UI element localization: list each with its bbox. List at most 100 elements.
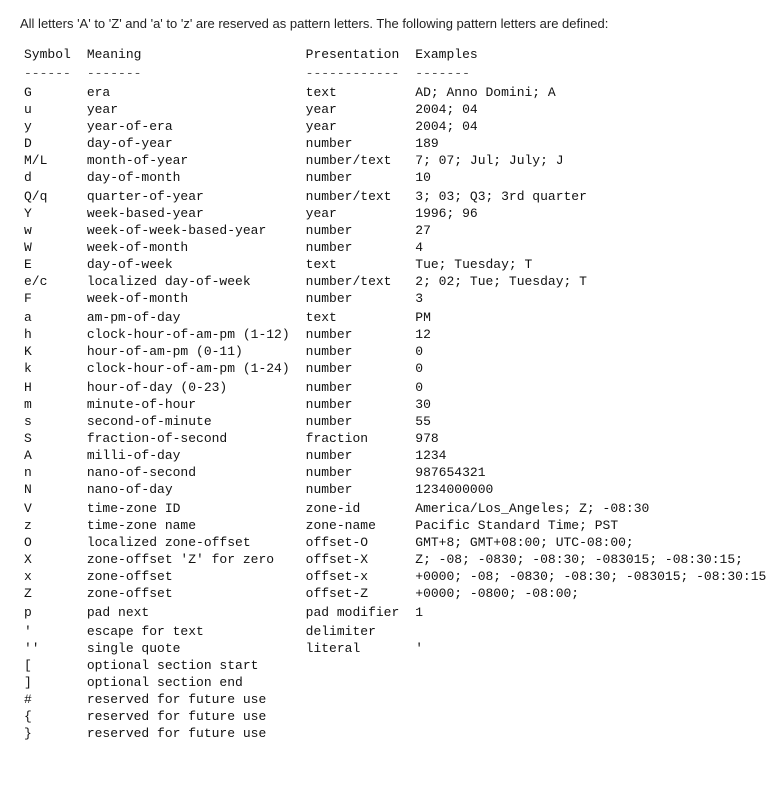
- cell-meaning: reserved for future use: [79, 691, 298, 708]
- cell-meaning: time-zone ID: [79, 500, 298, 517]
- cell-presentation: year: [298, 118, 408, 135]
- cell-symbol: n: [20, 464, 79, 481]
- cell-meaning: month-of-year: [79, 152, 298, 169]
- cell-symbol: m: [20, 396, 79, 413]
- cell-symbol: #: [20, 691, 79, 708]
- cell-symbol: F: [20, 290, 79, 307]
- cell-examples: 0: [407, 379, 768, 396]
- table-row: Sfraction-of-secondfraction978: [20, 430, 768, 447]
- table-row: Wweek-of-monthnumber4: [20, 239, 768, 256]
- pattern-table: Symbol Meaning Presentation Examples ---…: [20, 45, 768, 742]
- table-row: ssecond-of-minutenumber55: [20, 413, 768, 430]
- cell-presentation: number: [298, 464, 408, 481]
- divider-meaning: -------: [79, 66, 298, 84]
- cell-examples: 3: [407, 290, 768, 307]
- table-row: e/clocalized day-of-weeknumber/text2; 02…: [20, 273, 768, 290]
- cell-examples: GMT+8; GMT+08:00; UTC-08:00;: [407, 534, 768, 551]
- cell-symbol: y: [20, 118, 79, 135]
- cell-presentation: number: [298, 239, 408, 256]
- cell-presentation: year: [298, 101, 408, 118]
- cell-symbol: M/L: [20, 152, 79, 169]
- cell-examples: 2004; 04: [407, 118, 768, 135]
- cell-presentation: literal: [298, 640, 408, 657]
- table-row: Fweek-of-monthnumber3: [20, 290, 768, 307]
- table-row: Dday-of-yearnumber189: [20, 135, 768, 152]
- cell-meaning: zone-offset: [79, 585, 298, 602]
- cell-meaning: clock-hour-of-am-pm (1-12): [79, 326, 298, 343]
- cell-examples: 1234: [407, 447, 768, 464]
- cell-examples: 978: [407, 430, 768, 447]
- cell-meaning: localized day-of-week: [79, 273, 298, 290]
- cell-symbol: ': [20, 623, 79, 640]
- cell-meaning: quarter-of-year: [79, 188, 298, 205]
- cell-symbol: Z: [20, 585, 79, 602]
- cell-examples: 2004; 04: [407, 101, 768, 118]
- cell-examples: +0000; -08; -0830; -08:30; -083015; -08:…: [407, 568, 768, 585]
- cell-meaning: day-of-week: [79, 256, 298, 273]
- cell-examples: 1234000000: [407, 481, 768, 498]
- table-row: Hhour-of-day (0-23)number0: [20, 379, 768, 396]
- cell-examples: [407, 623, 768, 640]
- cell-presentation: zone-id: [298, 500, 408, 517]
- cell-examples: [407, 691, 768, 708]
- table-row: [optional section start: [20, 657, 768, 674]
- header-symbol: Symbol: [20, 45, 79, 66]
- cell-meaning: hour-of-am-pm (0-11): [79, 343, 298, 360]
- cell-meaning: reserved for future use: [79, 708, 298, 725]
- cell-symbol: k: [20, 360, 79, 377]
- cell-presentation: number: [298, 290, 408, 307]
- cell-symbol: Q/q: [20, 188, 79, 205]
- cell-meaning: week-of-month: [79, 239, 298, 256]
- cell-examples: 0: [407, 360, 768, 377]
- table-row: Khour-of-am-pm (0-11)number0: [20, 343, 768, 360]
- cell-presentation: number: [298, 396, 408, 413]
- table-row: Xzone-offset 'Z' for zerooffset-XZ; -08;…: [20, 551, 768, 568]
- table-row: Zzone-offsetoffset-Z+0000; -0800; -08:00…: [20, 585, 768, 602]
- cell-symbol: K: [20, 343, 79, 360]
- cell-presentation: number: [298, 413, 408, 430]
- table-row: Nnano-of-daynumber1234000000: [20, 481, 768, 498]
- cell-symbol: D: [20, 135, 79, 152]
- intro-text: All letters 'A' to 'Z' and 'a' to 'z' ar…: [20, 16, 748, 31]
- cell-symbol: E: [20, 256, 79, 273]
- cell-symbol: e/c: [20, 273, 79, 290]
- cell-meaning: optional section start: [79, 657, 298, 674]
- cell-meaning: optional section end: [79, 674, 298, 691]
- table-row: Yweek-based-yearyear1996; 96: [20, 205, 768, 222]
- cell-presentation: [298, 708, 408, 725]
- cell-examples: Z; -08; -0830; -08:30; -083015; -08:30:1…: [407, 551, 768, 568]
- table-row: GeratextAD; Anno Domini; A: [20, 84, 768, 101]
- cell-examples: 2; 02; Tue; Tuesday; T: [407, 273, 768, 290]
- table-row: dday-of-monthnumber10: [20, 169, 768, 186]
- cell-symbol: x: [20, 568, 79, 585]
- cell-presentation: offset-X: [298, 551, 408, 568]
- table-row: kclock-hour-of-am-pm (1-24)number0: [20, 360, 768, 377]
- divider-examples: -------: [407, 66, 768, 84]
- cell-examples: [407, 708, 768, 725]
- cell-presentation: zone-name: [298, 517, 408, 534]
- cell-symbol: G: [20, 84, 79, 101]
- cell-presentation: number: [298, 343, 408, 360]
- cell-meaning: nano-of-second: [79, 464, 298, 481]
- cell-examples: 7; 07; Jul; July; J: [407, 152, 768, 169]
- cell-examples: [407, 725, 768, 742]
- cell-examples: 4: [407, 239, 768, 256]
- table-row: uyearyear2004; 04: [20, 101, 768, 118]
- cell-presentation: year: [298, 205, 408, 222]
- cell-presentation: [298, 725, 408, 742]
- table-row: #reserved for future use: [20, 691, 768, 708]
- cell-symbol: H: [20, 379, 79, 396]
- divider-symbol: ------: [20, 66, 79, 84]
- cell-presentation: offset-Z: [298, 585, 408, 602]
- cell-symbol: z: [20, 517, 79, 534]
- cell-examples: +0000; -0800; -08:00;: [407, 585, 768, 602]
- cell-symbol: A: [20, 447, 79, 464]
- cell-meaning: single quote: [79, 640, 298, 657]
- cell-meaning: week-of-week-based-year: [79, 222, 298, 239]
- cell-meaning: escape for text: [79, 623, 298, 640]
- cell-presentation: offset-x: [298, 568, 408, 585]
- cell-meaning: week-based-year: [79, 205, 298, 222]
- table-row: 'escape for textdelimiter: [20, 623, 768, 640]
- cell-presentation: number/text: [298, 273, 408, 290]
- table-row: xzone-offsetoffset-x+0000; -08; -0830; -…: [20, 568, 768, 585]
